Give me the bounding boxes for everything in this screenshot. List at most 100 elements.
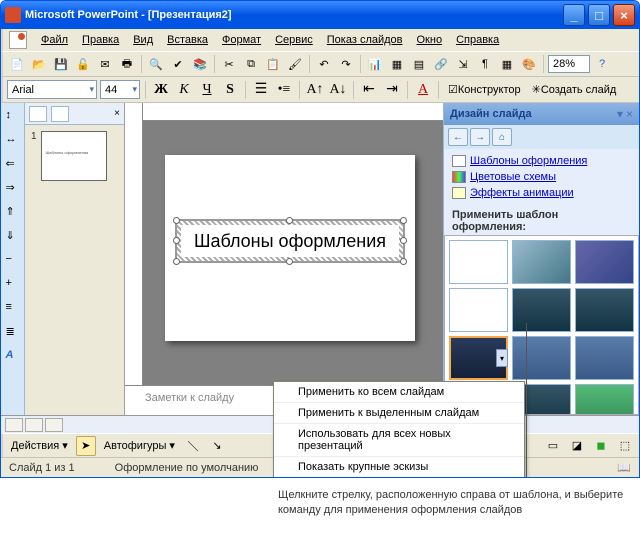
resize-handle-n[interactable] bbox=[286, 217, 293, 224]
template-thumb[interactable] bbox=[575, 384, 634, 415]
outline-tool-7[interactable]: − bbox=[6, 253, 20, 267]
menu-window[interactable]: Окно bbox=[411, 32, 449, 48]
decrease-indent-icon[interactable]: ⇤ bbox=[359, 80, 379, 100]
outline-tool-3[interactable]: ⇐ bbox=[6, 157, 20, 171]
template-thumb[interactable] bbox=[575, 288, 634, 332]
decrease-font-icon[interactable]: A↓ bbox=[328, 80, 348, 100]
3d-cube-icon[interactable]: ◼ bbox=[591, 436, 611, 456]
link-color-schemes[interactable]: Цветовые схемы bbox=[452, 169, 631, 185]
resize-handle-w[interactable] bbox=[173, 237, 180, 244]
title-text[interactable]: Шаблоны оформления bbox=[181, 225, 399, 257]
hyperlink-icon[interactable]: 🔗 bbox=[431, 54, 451, 74]
resize-handle-e[interactable] bbox=[400, 237, 407, 244]
outline-tool-5[interactable]: ⇑ bbox=[6, 205, 20, 219]
line-icon[interactable]: ＼ bbox=[183, 436, 203, 456]
outline-tool-8[interactable]: + bbox=[6, 277, 20, 291]
maximize-button[interactable]: □ bbox=[588, 4, 610, 26]
research-icon[interactable]: 📚 bbox=[190, 54, 210, 74]
panel-close-icon[interactable]: × bbox=[114, 108, 120, 119]
menu-view[interactable]: Вид bbox=[127, 32, 159, 48]
outline-tool-9[interactable]: ≡ bbox=[6, 301, 20, 315]
underline-button[interactable]: Ч bbox=[197, 80, 217, 100]
title-textbox[interactable]: Шаблоны оформления bbox=[175, 219, 405, 263]
menu-service[interactable]: Сервис bbox=[269, 32, 319, 48]
task-pane-close-icon[interactable]: × bbox=[626, 107, 633, 121]
paste-icon[interactable]: 📋 bbox=[263, 54, 283, 74]
ctx-show-large[interactable]: Показать крупные эскизы bbox=[274, 456, 524, 477]
insert-chart-icon[interactable]: 📊 bbox=[365, 54, 385, 74]
slide-thumbnail[interactable]: 1 bbox=[31, 131, 118, 181]
link-design-templates[interactable]: Шаблоны оформления bbox=[452, 153, 631, 169]
italic-button[interactable]: К bbox=[174, 80, 194, 100]
permissions-icon[interactable]: 🔓 bbox=[73, 54, 93, 74]
sorter-view-button[interactable] bbox=[25, 418, 43, 432]
copy-icon[interactable]: ⧉ bbox=[241, 54, 261, 74]
help-icon[interactable]: ? bbox=[592, 54, 612, 74]
menu-edit[interactable]: Правка bbox=[76, 32, 125, 48]
ctx-apply-selected[interactable]: Применить к выделенным слайдам bbox=[274, 402, 524, 423]
open-icon[interactable]: 📂 bbox=[29, 54, 49, 74]
bullet-list-icon[interactable]: •≡ bbox=[274, 80, 294, 100]
resize-handle-se[interactable] bbox=[400, 258, 407, 265]
minimize-button[interactable]: _ bbox=[563, 4, 585, 26]
menu-format[interactable]: Формат bbox=[216, 32, 267, 48]
increase-font-icon[interactable]: A↑ bbox=[305, 80, 325, 100]
nav-back-icon[interactable]: ← bbox=[448, 128, 468, 146]
print-preview-icon[interactable]: 🔍 bbox=[146, 54, 166, 74]
save-icon[interactable]: 💾 bbox=[51, 54, 71, 74]
menu-file[interactable]: Файл bbox=[35, 32, 74, 48]
font-color-icon[interactable]: A bbox=[413, 80, 433, 100]
outline-tool-10[interactable]: ≣ bbox=[6, 325, 20, 339]
menu-slideshow[interactable]: Показ слайдов bbox=[321, 32, 409, 48]
doc-icon[interactable] bbox=[9, 31, 27, 49]
outline-tool-6[interactable]: ⇓ bbox=[6, 229, 20, 243]
expand-all-icon[interactable]: ⇲ bbox=[453, 54, 473, 74]
template-thumb[interactable] bbox=[575, 336, 634, 380]
3d-style-icon[interactable]: ◪ bbox=[567, 436, 587, 456]
resize-handle-sw[interactable] bbox=[173, 258, 180, 265]
email-icon[interactable]: ✉ bbox=[95, 54, 115, 74]
select-arrow-icon[interactable]: ➤ bbox=[76, 436, 96, 456]
new-doc-icon[interactable]: 📄 bbox=[7, 54, 27, 74]
color-icon[interactable]: 🎨 bbox=[519, 54, 539, 74]
link-animation-effects[interactable]: Эффекты анимации bbox=[452, 185, 631, 201]
slide-canvas[interactable]: Шаблоны оформления bbox=[165, 155, 415, 341]
outline-tool-4[interactable]: ⇒ bbox=[6, 181, 20, 195]
zoom-combo[interactable]: 28% bbox=[548, 55, 590, 73]
outline-tool-11[interactable]: A bbox=[6, 349, 20, 363]
new-slide-button[interactable]: ✳ Создать слайд bbox=[528, 80, 621, 100]
outline-tool-1[interactable]: ↕ bbox=[6, 109, 20, 123]
template-thumb[interactable] bbox=[512, 288, 571, 332]
resize-handle-nw[interactable] bbox=[173, 217, 180, 224]
template-thumb[interactable] bbox=[512, 240, 571, 284]
arrow-icon[interactable]: ↘ bbox=[207, 436, 227, 456]
slides-tab[interactable] bbox=[51, 106, 69, 122]
ctx-use-for-new[interactable]: Использовать для всех новых презентаций bbox=[274, 423, 524, 456]
close-button[interactable]: × bbox=[613, 4, 635, 26]
insert-table-icon[interactable]: ▦ bbox=[387, 54, 407, 74]
design-button[interactable]: ☑ Конструктор bbox=[444, 80, 525, 100]
shadow-style-icon[interactable]: ▭ bbox=[543, 436, 563, 456]
font-size-combo[interactable]: 44 bbox=[100, 80, 140, 99]
template-dropdown-arrow[interactable]: ▾ bbox=[496, 349, 508, 367]
show-format-icon[interactable]: ¶ bbox=[475, 54, 495, 74]
resize-handle-s[interactable] bbox=[286, 258, 293, 265]
tables-borders-icon[interactable]: ▤ bbox=[409, 54, 429, 74]
template-thumb[interactable] bbox=[449, 288, 508, 332]
template-thumb[interactable] bbox=[575, 240, 634, 284]
menu-help[interactable]: Справка bbox=[450, 32, 505, 48]
undo-icon[interactable]: ↶ bbox=[314, 54, 334, 74]
normal-view-button[interactable] bbox=[5, 418, 23, 432]
nav-fwd-icon[interactable]: → bbox=[470, 128, 490, 146]
format-painter-icon[interactable]: 🖌 bbox=[285, 54, 305, 74]
bold-button[interactable]: Ж bbox=[151, 80, 171, 100]
status-spellcheck-icon[interactable]: 📖 bbox=[617, 461, 631, 474]
actions-menu[interactable]: Действия ▾ bbox=[7, 436, 72, 456]
menu-insert[interactable]: Вставка bbox=[161, 32, 214, 48]
shadow-button[interactable]: S bbox=[220, 80, 240, 100]
outline-tab[interactable] bbox=[29, 106, 47, 122]
template-thumb[interactable] bbox=[449, 240, 508, 284]
print-icon[interactable]: 🖶 bbox=[117, 54, 137, 74]
grid-icon[interactable]: ▦ bbox=[497, 54, 517, 74]
increase-indent-icon[interactable]: ⇥ bbox=[382, 80, 402, 100]
